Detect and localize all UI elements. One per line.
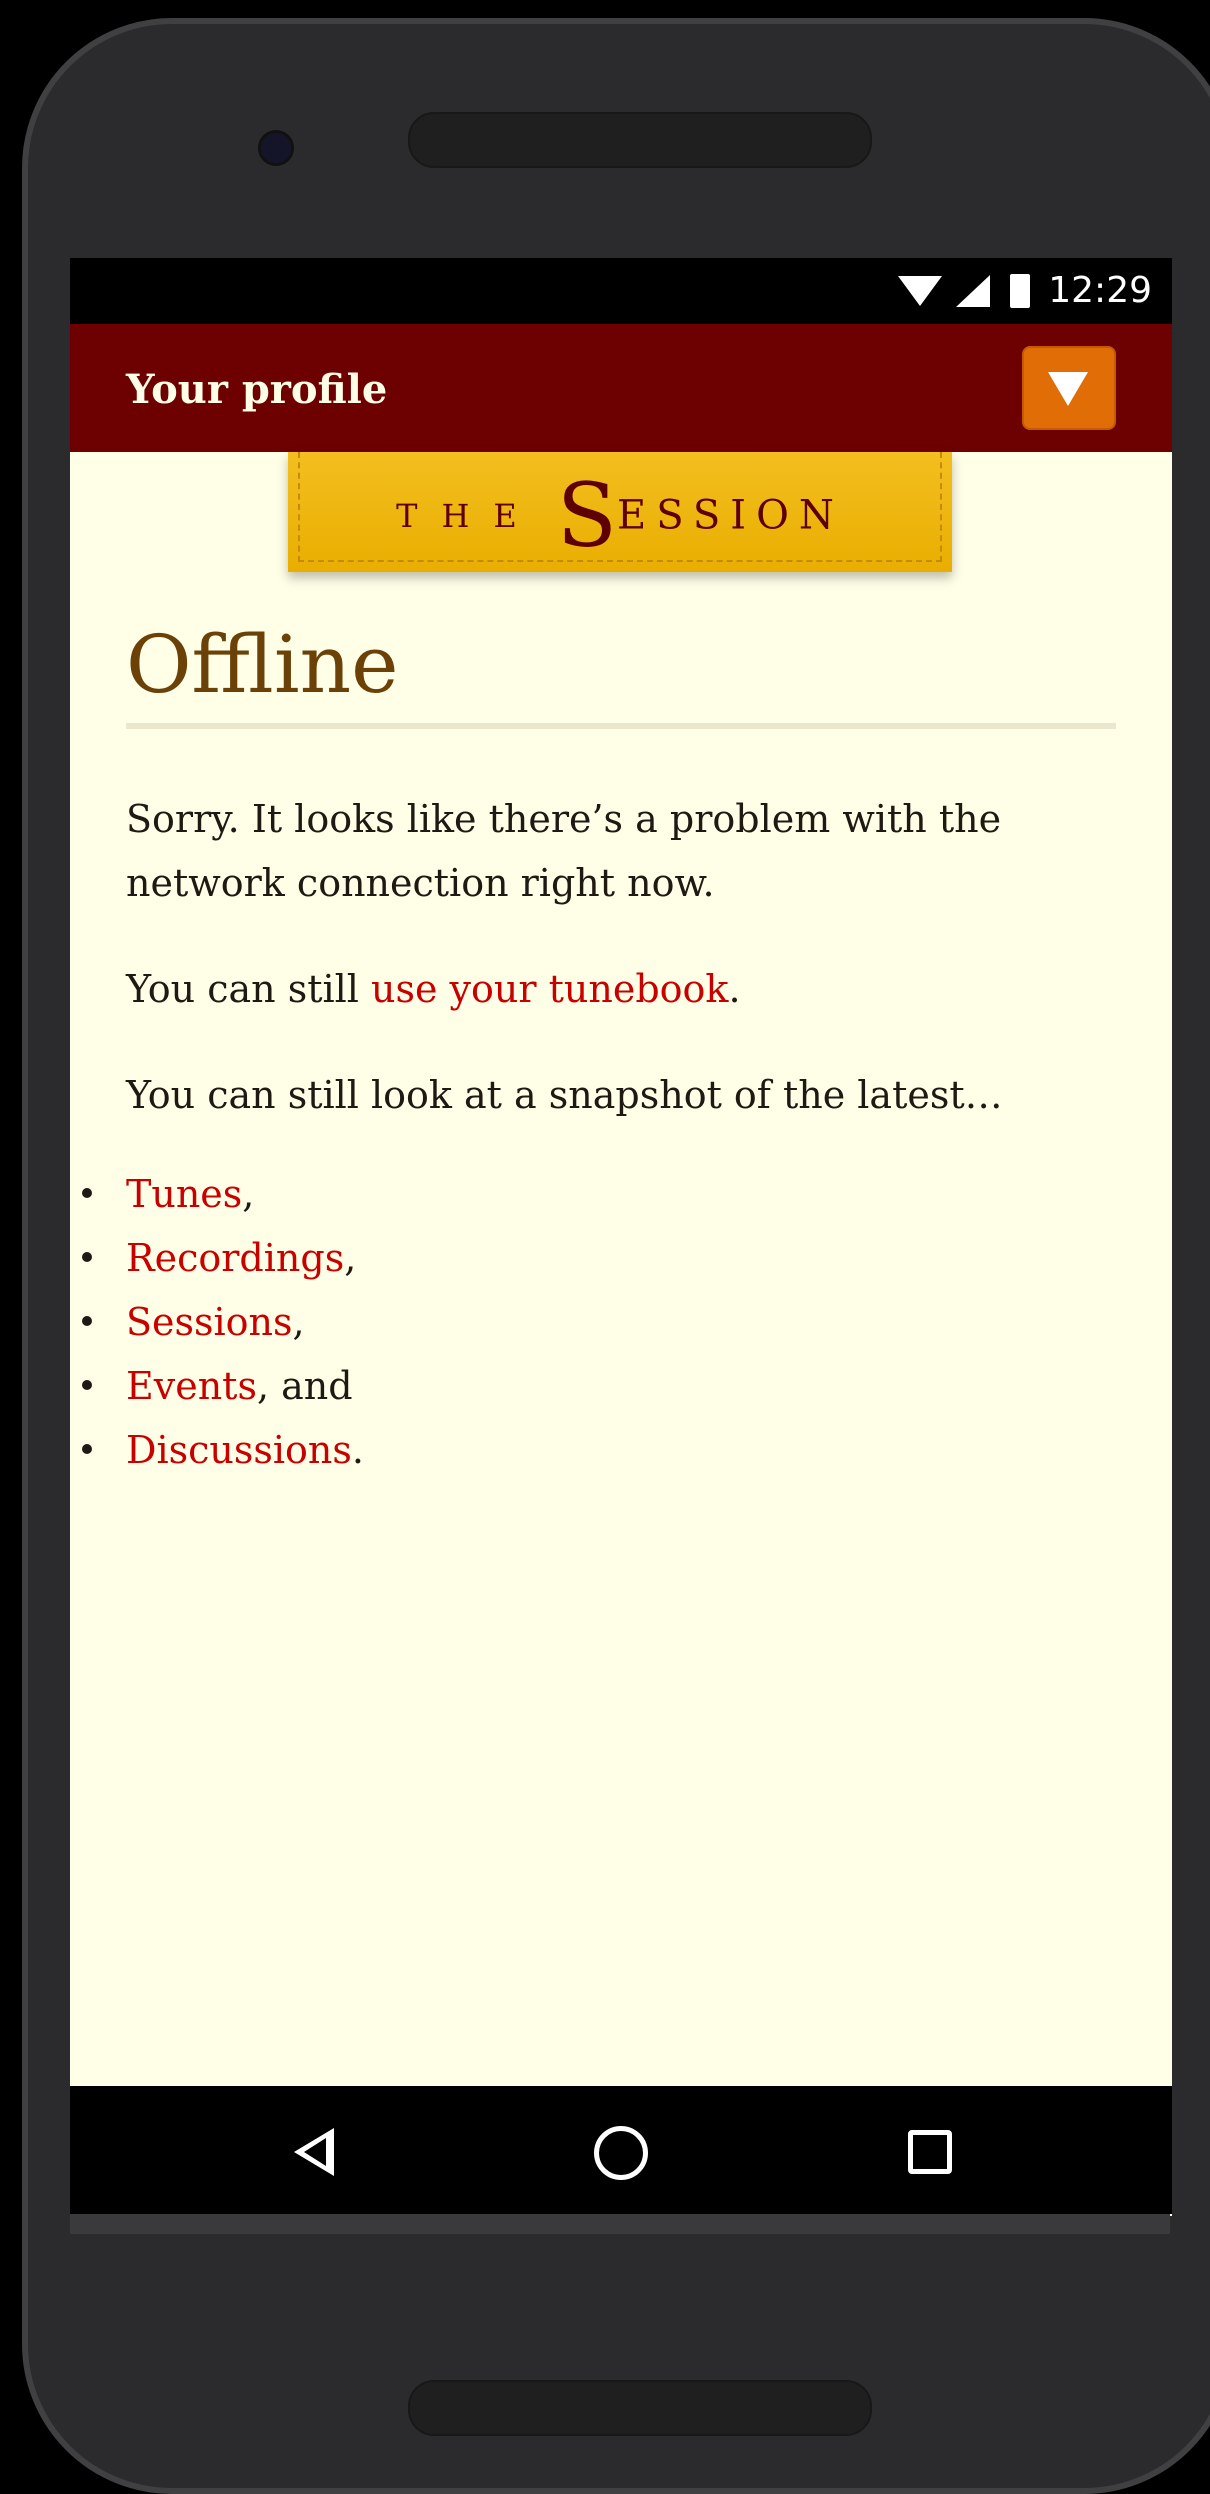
logo-ession: ESSION	[617, 492, 844, 539]
offline-message: Sorry. It looks like there’s a problem w…	[126, 797, 1002, 905]
snapshot-paragraph: You can still look at a snapshot of the …	[126, 1073, 1003, 1117]
logo-the: THE	[396, 496, 541, 535]
recordings-link[interactable]: Recordings	[126, 1236, 344, 1280]
list-item: Tunes,	[82, 1162, 364, 1226]
system-nav-bar	[70, 2086, 1172, 2214]
back-icon[interactable]	[294, 2128, 334, 2176]
tunebook-paragraph: You can still use your tunebook.	[126, 967, 741, 1011]
list-item: Discussions.	[82, 1418, 364, 1482]
app-bar: Your profile	[70, 324, 1172, 452]
home-icon[interactable]	[594, 2126, 648, 2180]
status-time: 12:29	[1048, 270, 1152, 311]
logo-s: S	[556, 464, 617, 567]
your-profile-link[interactable]: Your profile	[126, 366, 387, 413]
wifi-icon	[898, 275, 943, 306]
bottom-speaker	[408, 2380, 872, 2436]
signal-icon	[956, 274, 991, 307]
camera	[258, 130, 294, 166]
discussions-link[interactable]: Discussions	[126, 1428, 352, 1472]
screen: 12:29 Your profile THE SESSION Offline So…	[70, 258, 1172, 2216]
page-title: Offline	[126, 618, 399, 711]
list-item: Events, and	[82, 1354, 364, 1418]
recent-apps-icon[interactable]	[908, 2130, 952, 2174]
menu-button[interactable]	[1022, 346, 1116, 430]
divider	[126, 723, 1116, 729]
sessions-link[interactable]: Sessions	[126, 1300, 293, 1344]
main-content: Offline Sorry. It looks like there’s a p…	[126, 618, 1116, 1169]
status-bar: 12:29	[70, 258, 1172, 324]
list-item: Sessions,	[82, 1290, 364, 1354]
tunes-link[interactable]: Tunes	[126, 1172, 242, 1216]
tunebook-link[interactable]: use your tunebook	[371, 967, 728, 1011]
list-item: Recordings,	[82, 1226, 364, 1290]
snapshot-list: Tunes, Recordings, Sessions, Events, and…	[82, 1162, 364, 1482]
triangle-down-icon	[1048, 372, 1088, 406]
screen-edge	[70, 2214, 1170, 2234]
site-logo[interactable]: THE SESSION	[288, 452, 952, 572]
top-speaker	[408, 112, 872, 168]
events-link[interactable]: Events	[126, 1364, 257, 1408]
battery-icon	[1010, 273, 1031, 308]
